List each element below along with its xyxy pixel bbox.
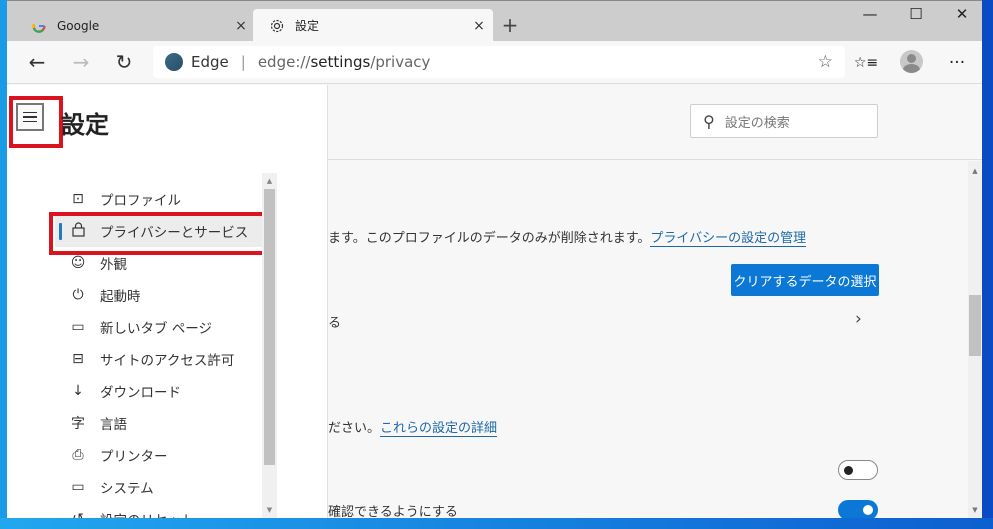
- scrollbar-thumb[interactable]: [969, 295, 981, 356]
- clear-data-description: ます。このプロファイルのデータのみが削除されます。プライバシーの設定の管理: [328, 227, 807, 247]
- edge-icon: [165, 53, 183, 71]
- url-text[interactable]: edge://settings/privacy: [258, 53, 431, 71]
- new-tab-page-icon: ▭: [71, 319, 85, 335]
- minimize-button[interactable]: —: [847, 5, 893, 27]
- google-icon: [31, 18, 47, 34]
- add-favorite-icon[interactable]: ☆: [818, 52, 833, 72]
- sidebar-item-reset[interactable]: ↺ 設定のリセット: [55, 503, 262, 518]
- sidebar-item-printers[interactable]: ⎙ プリンター: [55, 439, 262, 471]
- tab-strip: Google × 設定 × + — ☐ ✕: [7, 0, 982, 42]
- sidebar-item-label: サイトのアクセス許可: [100, 353, 235, 369]
- scroll-up-icon[interactable]: ▲: [968, 167, 982, 175]
- choose-what-to-clear-button[interactable]: クリアするデータの選択: [731, 264, 879, 296]
- scroll-down-icon[interactable]: ▼: [262, 506, 277, 514]
- scroll-up-icon[interactable]: ▲: [262, 177, 277, 185]
- maximize-button[interactable]: ☐: [893, 5, 939, 27]
- sidebar-item-label: ダウンロード: [100, 385, 181, 401]
- tab-title: 設定: [295, 19, 320, 33]
- chevron-right-icon[interactable]: ›: [855, 309, 862, 329]
- gear-icon: [269, 18, 285, 34]
- close-tab-icon[interactable]: ×: [465, 18, 493, 34]
- favorites-icon[interactable]: ☆≡: [852, 50, 880, 76]
- sidebar-item-startup[interactable]: ⏻ 起動時: [55, 279, 262, 311]
- site-permissions-icon: ⊟: [72, 351, 84, 367]
- privacy-content: ます。このプロファイルのデータのみが削除されます。プライバシーの設定の管理 クリ…: [328, 161, 968, 518]
- toggle-switch-on[interactable]: [838, 500, 878, 518]
- sidebar-item-system[interactable]: ▭ システム: [55, 471, 262, 503]
- scroll-down-icon[interactable]: ▼: [968, 506, 982, 514]
- address-bar[interactable]: Edge | edge://settings/privacy ☆: [153, 46, 845, 78]
- privacy-description: ださい。これらの設定の詳細: [328, 417, 498, 437]
- sidebar-item-languages[interactable]: 字言語: [55, 407, 262, 439]
- learn-more-link[interactable]: これらの設定の詳細: [380, 421, 498, 437]
- search-icon: ⚲: [703, 111, 715, 131]
- highlight-box: [49, 212, 272, 255]
- sidebar-item-profile[interactable]: ⊡ プロファイル: [55, 183, 262, 215]
- sidebar-item-label: 設定のリセット: [100, 509, 195, 518]
- row-text: る: [328, 316, 342, 331]
- palette-icon: ☺: [70, 255, 86, 271]
- sidebar-item-downloads[interactable]: ↓ ダウンロード: [55, 375, 262, 407]
- toggle-label: 確認できるようにする: [328, 505, 458, 518]
- close-window-button[interactable]: ✕: [939, 5, 982, 27]
- sidebar-scrollbar[interactable]: ▲ ▼: [262, 173, 277, 518]
- profile-avatar[interactable]: [900, 50, 923, 73]
- tab-settings[interactable]: 設定 ×: [253, 9, 493, 42]
- description-text: ます。このプロファイルのデータのみが削除されます。: [328, 231, 651, 246]
- highlight-box: [9, 96, 63, 148]
- printer-icon: ⎙: [72, 447, 84, 463]
- sidebar-item-label: 新しいタブ ページ: [100, 321, 213, 337]
- refresh-button[interactable]: ↻: [110, 50, 138, 74]
- toggle-switch-off[interactable]: [838, 460, 878, 480]
- address-separator: |: [240, 53, 246, 71]
- close-tab-icon[interactable]: ×: [227, 18, 255, 34]
- url-host: settings: [310, 53, 371, 71]
- desktop-background: [0, 518, 993, 529]
- desktop-background: [982, 0, 993, 529]
- manage-privacy-link[interactable]: プライバシーの設定の管理: [650, 231, 807, 247]
- description-text: ださい。: [328, 421, 381, 436]
- address-brand: Edge: [191, 53, 229, 71]
- sidebar-item-label: プロファイル: [100, 193, 181, 209]
- scrollbar-thumb[interactable]: [264, 189, 275, 465]
- main-header: ⚲ 設定の検索: [328, 85, 982, 160]
- more-menu-icon[interactable]: ···: [943, 50, 971, 76]
- url-prefix: edge://: [257, 53, 311, 71]
- browser-toolbar: ← → ↻ Edge | edge://settings/privacy ☆ ☆…: [7, 41, 982, 84]
- sidebar-item-new-tab-page[interactable]: ▭ 新しいタブ ページ: [55, 311, 262, 343]
- sidebar-item-site-permissions[interactable]: ⊟ サイトのアクセス許可: [55, 343, 262, 375]
- sidebar-item-label: システム: [100, 481, 154, 497]
- power-icon: ⏻: [72, 287, 84, 303]
- back-button[interactable]: ←: [23, 50, 51, 74]
- reset-icon: ↺: [68, 511, 88, 518]
- sidebar-item-label: 外観: [100, 257, 127, 273]
- profile-icon: ⊡: [72, 191, 84, 207]
- settings-search-input[interactable]: ⚲ 設定の検索: [690, 104, 878, 138]
- tab-title: Google: [57, 18, 100, 33]
- download-icon: ↓: [72, 383, 84, 399]
- sidebar-item-label: 起動時: [100, 289, 141, 305]
- laptop-icon: ▭: [71, 479, 85, 495]
- page-title: 設定: [61, 111, 109, 139]
- tab-google[interactable]: Google ×: [15, 9, 255, 42]
- url-path: /privacy: [370, 53, 431, 71]
- settings-sidebar: 設定 ⊡ プロファイル プライバシーとサービス ☺ 外観 ⏻ 起動時 ▭ 新しいタブ ペ…: [7, 85, 328, 518]
- sidebar-item-label: プリンター: [100, 449, 168, 465]
- forward-button[interactable]: →: [67, 50, 95, 74]
- main-scrollbar[interactable]: ▲ ▼: [968, 161, 982, 518]
- new-tab-button[interactable]: +: [497, 13, 523, 37]
- browser-window: Google × 設定 × + — ☐ ✕ ← → ↻ Edge | edge:…: [7, 0, 982, 518]
- language-icon: 字: [71, 416, 85, 432]
- sidebar-item-label: 言語: [100, 417, 127, 433]
- search-placeholder: 設定の検索: [724, 115, 790, 131]
